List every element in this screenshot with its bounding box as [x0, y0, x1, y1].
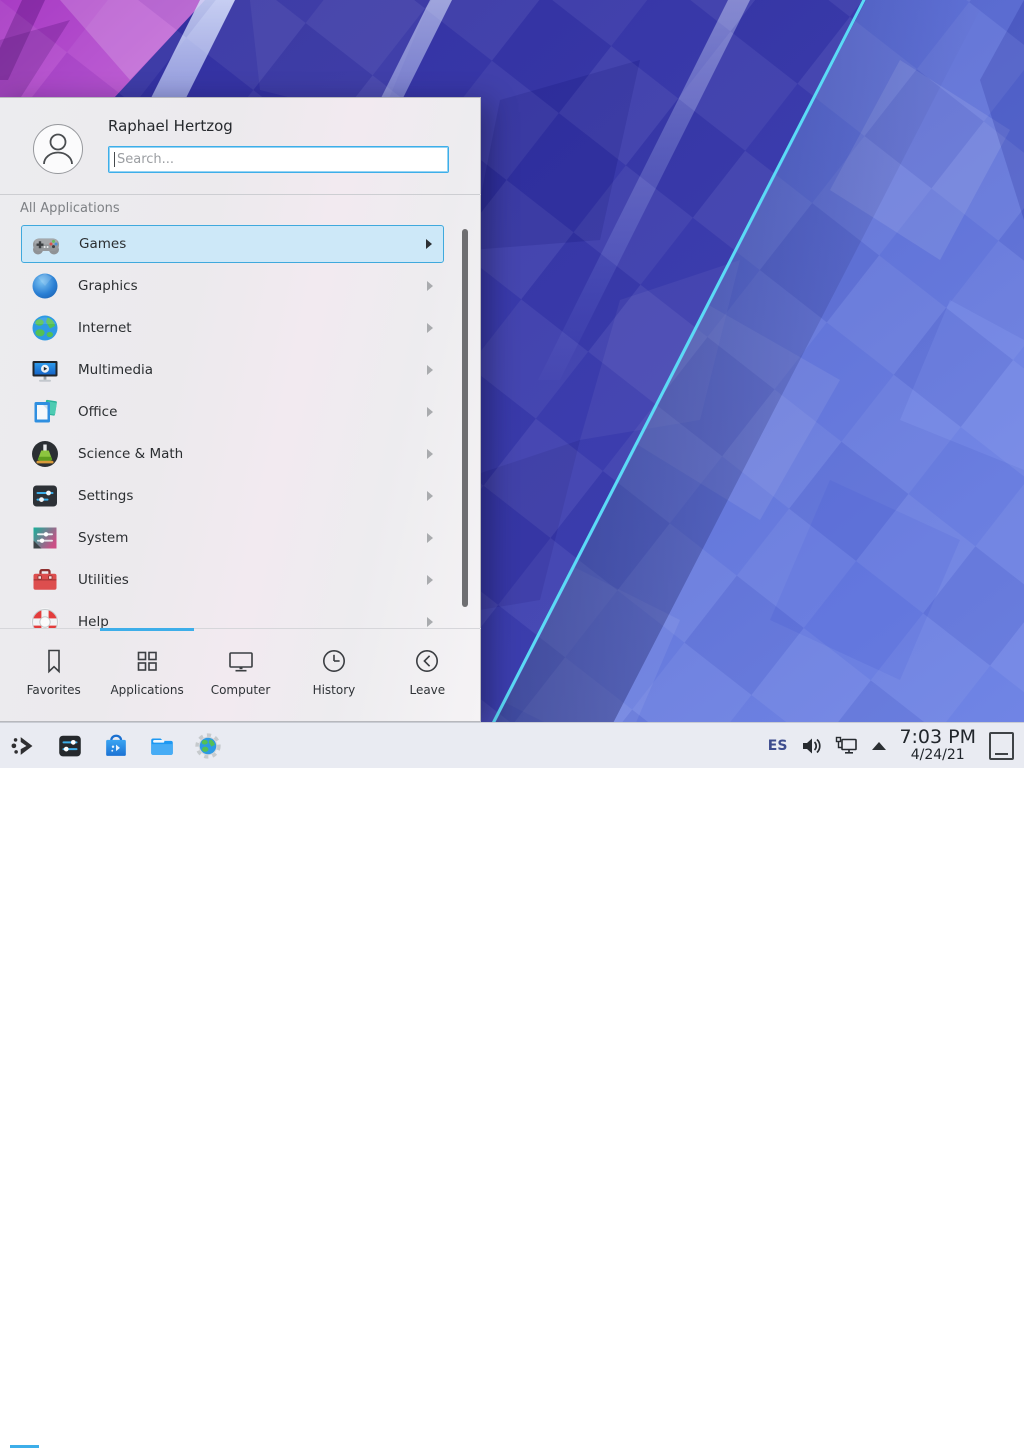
submenu-arrow-icon	[427, 323, 433, 333]
pinned-apps	[8, 730, 224, 762]
settings-icon	[29, 480, 61, 512]
clock-time: 7:03 PM	[899, 728, 976, 748]
kickoff-application-launcher: Raphael Hertzog All Applications Games	[0, 97, 481, 722]
category-label: Internet	[78, 320, 132, 336]
submenu-arrow-icon	[427, 365, 433, 375]
submenu-arrow-icon	[427, 449, 433, 459]
active-tab-indicator	[100, 628, 194, 631]
category-item-office[interactable]: Office	[21, 393, 444, 431]
show-desktop-icon	[995, 753, 1008, 755]
science-icon	[29, 438, 61, 470]
submenu-arrow-icon	[427, 575, 433, 585]
expand-tray-arrow-icon[interactable]	[872, 742, 886, 750]
graphics-icon	[29, 270, 61, 302]
category-item-science-math[interactable]: Science & Math	[21, 435, 444, 473]
system-settings-icon	[55, 731, 85, 761]
category-item-settings[interactable]: Settings	[21, 477, 444, 515]
show-desktop-button[interactable]	[989, 732, 1014, 760]
category-label: System	[78, 530, 128, 546]
kickoff-launcher-icon	[9, 731, 39, 761]
leave-icon	[412, 646, 442, 676]
text-caret	[114, 152, 115, 167]
internet-icon	[29, 312, 61, 344]
utilities-icon	[29, 564, 61, 596]
discover-icon	[101, 731, 131, 761]
submenu-arrow-icon	[427, 617, 433, 627]
category-item-graphics[interactable]: Graphics	[21, 267, 444, 305]
category-label: Settings	[78, 488, 133, 504]
system-settings-button[interactable]	[54, 730, 86, 762]
category-label: Graphics	[78, 278, 138, 294]
list-scrollbar[interactable]	[462, 229, 468, 607]
web-browser-button[interactable]	[192, 730, 224, 762]
category-label: Office	[78, 404, 117, 420]
category-item-games[interactable]: Games	[21, 225, 444, 263]
office-icon	[29, 396, 61, 428]
section-label: All Applications	[20, 201, 120, 216]
search-field[interactable]	[108, 146, 449, 173]
tab-history[interactable]: History	[287, 629, 380, 722]
tab-label: Leave	[409, 683, 445, 697]
discover-button[interactable]	[100, 730, 132, 762]
submenu-arrow-icon	[427, 491, 433, 501]
tab-applications[interactable]: Applications	[100, 629, 193, 722]
computer-icon	[226, 646, 256, 676]
tab-leave[interactable]: Leave	[381, 629, 474, 722]
clock-date: 4/24/21	[899, 748, 976, 763]
system-tray: ES 7:03 PM 4/24/21	[768, 728, 1014, 763]
keyboard-layout-indicator[interactable]: ES	[768, 738, 788, 754]
category-item-multimedia[interactable]: Multimedia	[21, 351, 444, 389]
user-icon	[34, 125, 82, 173]
history-icon	[319, 646, 349, 676]
help-icon	[29, 606, 61, 628]
category-item-system[interactable]: System	[21, 519, 444, 557]
category-label: Utilities	[78, 572, 129, 588]
dolphin-icon	[147, 731, 177, 761]
applications-icon	[132, 646, 162, 676]
submenu-arrow-icon	[427, 407, 433, 417]
kickoff-launcher-button[interactable]	[8, 730, 40, 762]
launcher-tab-bar: Favorites Applications Computer History	[0, 628, 481, 722]
tab-label: History	[313, 683, 356, 697]
category-label: Games	[79, 236, 126, 252]
user-name: Raphael Hertzog	[108, 117, 233, 135]
system-icon	[29, 522, 61, 554]
tab-label: Applications	[110, 683, 183, 697]
favorites-icon	[39, 646, 69, 676]
multimedia-icon	[29, 354, 61, 386]
dolphin-file-manager-button[interactable]	[146, 730, 178, 762]
tab-favorites[interactable]: Favorites	[7, 629, 100, 722]
submenu-arrow-icon	[427, 281, 433, 291]
taskbar-panel: ES 7:03 PM 4/24/21	[0, 722, 1024, 768]
category-label: Science & Math	[78, 446, 183, 462]
tab-computer[interactable]: Computer	[194, 629, 287, 722]
search-input[interactable]	[109, 147, 448, 172]
header-separator	[0, 194, 481, 195]
web-browser-icon	[193, 731, 223, 761]
submenu-arrow-icon	[426, 239, 432, 249]
tab-label: Computer	[211, 683, 271, 697]
category-item-help[interactable]: Help	[21, 603, 444, 628]
tab-label: Favorites	[27, 683, 81, 697]
games-icon	[30, 228, 62, 260]
category-item-utilities[interactable]: Utilities	[21, 561, 444, 599]
category-label: Multimedia	[78, 362, 153, 378]
category-item-internet[interactable]: Internet	[21, 309, 444, 347]
volume-icon[interactable]	[800, 735, 822, 757]
digital-clock[interactable]: 7:03 PM 4/24/21	[899, 728, 976, 763]
category-label: Help	[78, 614, 109, 628]
user-avatar	[33, 124, 83, 174]
category-list: Games Graphics Intern	[0, 218, 481, 628]
network-icon[interactable]	[835, 735, 859, 757]
submenu-arrow-icon	[427, 533, 433, 543]
